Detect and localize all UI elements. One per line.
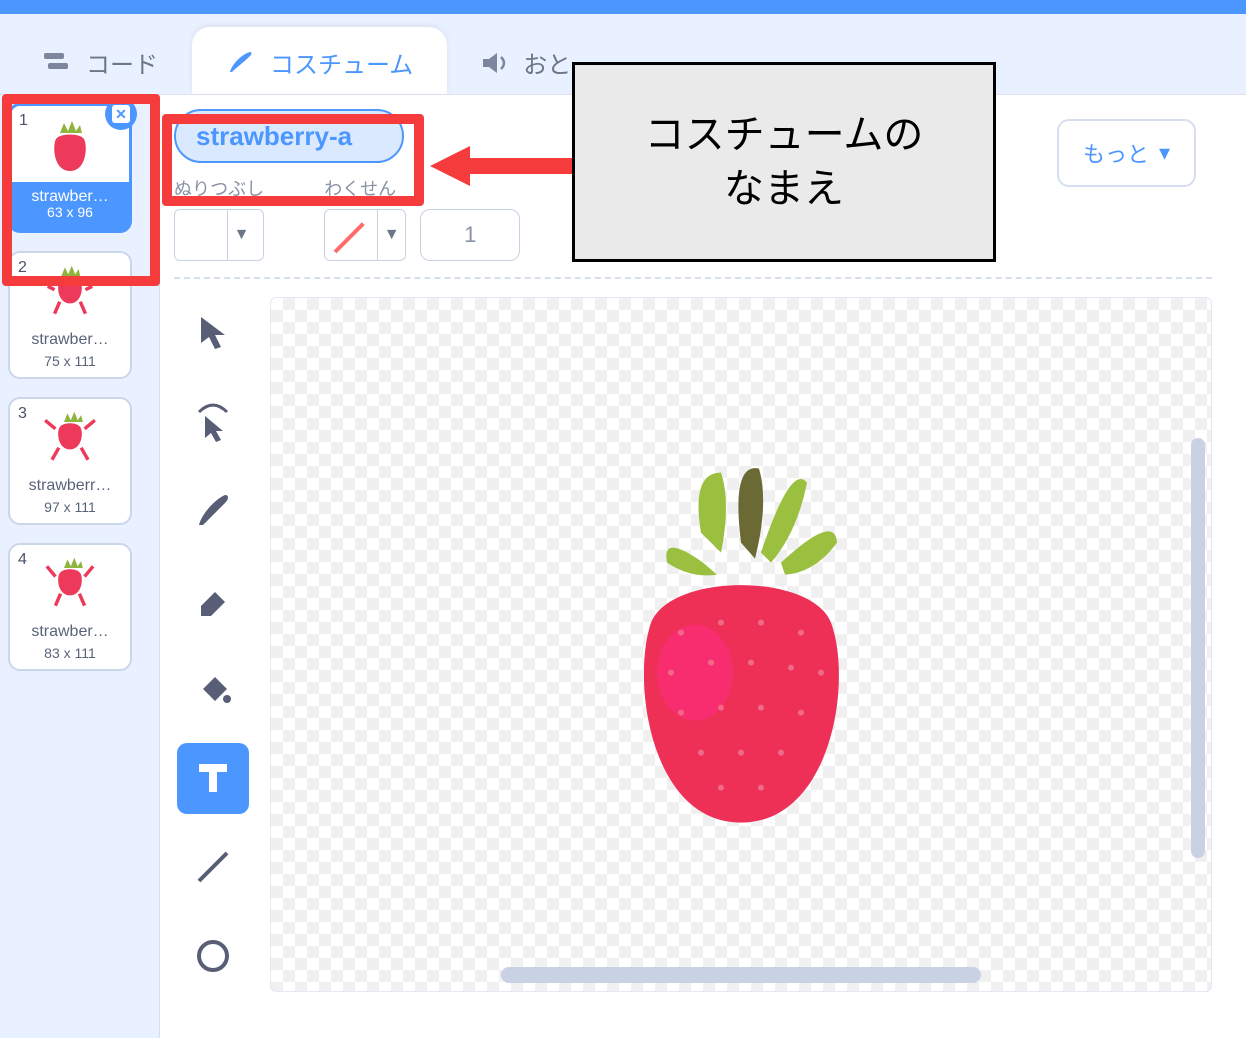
fill-swatch: [175, 210, 227, 260]
fill-color-picker[interactable]: ▼: [174, 209, 264, 261]
tab-sounds-label: おと: [523, 45, 571, 80]
eraser-tool[interactable]: [177, 564, 249, 635]
annotation-callout: コスチュームの なまえ: [572, 62, 996, 262]
select-tool[interactable]: [177, 297, 249, 368]
fill-tool[interactable]: [177, 654, 249, 725]
thumb-number: 3: [18, 405, 27, 423]
horizontal-scrollbar[interactable]: [501, 967, 981, 983]
chevron-down-icon: ▼: [227, 210, 255, 260]
text-tool[interactable]: [177, 743, 249, 814]
costume-name-input[interactable]: [174, 109, 404, 163]
circle-tool[interactable]: [177, 921, 249, 992]
costume-thumb-4[interactable]: 4 strawber… 83 x 111: [8, 543, 132, 671]
reshape-tool[interactable]: [177, 386, 249, 457]
sprite-preview: [591, 462, 891, 842]
tab-code-label: コード: [86, 45, 158, 80]
costume-thumb-3[interactable]: 3 strawberr… 97 x 111: [8, 397, 132, 525]
sound-icon: [481, 51, 509, 75]
brush-tool[interactable]: [177, 475, 249, 546]
thumb-dim: 97 x 111: [14, 499, 126, 515]
tab-code[interactable]: コード: [10, 27, 192, 94]
close-icon: ✕: [112, 105, 130, 123]
thumb-dim: 83 x 111: [14, 645, 126, 661]
chevron-down-icon: ▼: [377, 210, 405, 260]
callout-text: コスチュームの なまえ: [645, 108, 924, 216]
canvas[interactable]: [270, 297, 1212, 992]
more-button[interactable]: もっと ▾: [1057, 119, 1196, 187]
costume-thumb-1[interactable]: 1 ✕ strawber… 63 x 96: [8, 103, 132, 233]
thumb-preview: [14, 551, 126, 621]
delete-costume-button[interactable]: ✕: [105, 98, 137, 130]
fill-label: ぬりつぶし: [174, 175, 264, 201]
tool-palette: [174, 297, 252, 992]
tab-costumes-label: コスチューム: [270, 45, 413, 80]
outline-width-input[interactable]: 1: [420, 209, 520, 261]
outline-width-value: 1: [464, 222, 476, 248]
outline-label: わくせん: [324, 175, 520, 201]
thumb-name: strawberr…: [14, 477, 126, 495]
costume-list: 1 ✕ strawber… 63 x 96 2 strawber… 75 x 1…: [0, 95, 160, 1038]
vertical-scrollbar[interactable]: [1191, 438, 1205, 858]
thumb-number: 1: [19, 112, 28, 130]
tab-costumes[interactable]: コスチューム: [192, 27, 447, 94]
thumb-name: strawber…: [14, 331, 126, 349]
thumb-name: strawber…: [14, 623, 126, 641]
thumb-number: 4: [18, 551, 27, 569]
more-label: もっと: [1083, 137, 1149, 169]
top-bar: [0, 0, 1246, 14]
outline-color-picker[interactable]: ▼: [324, 209, 406, 261]
costume-thumb-2[interactable]: 2 strawber… 75 x 111: [8, 251, 132, 379]
brush-icon: [226, 50, 256, 76]
thumb-number: 2: [18, 259, 27, 277]
thumb-dim: 75 x 111: [14, 353, 126, 369]
thumb-preview: [14, 405, 126, 475]
line-tool[interactable]: [177, 832, 249, 903]
outline-swatch: [325, 210, 377, 260]
chevron-down-icon: ▾: [1159, 140, 1170, 166]
code-icon: [44, 51, 72, 75]
thumb-preview: [14, 259, 126, 329]
